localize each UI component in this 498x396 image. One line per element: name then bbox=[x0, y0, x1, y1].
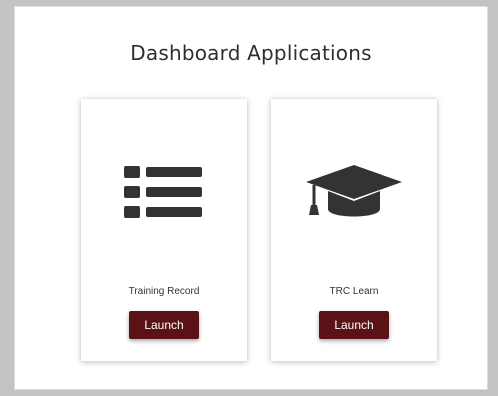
dashboard-panel: Dashboard Applications Training Record L… bbox=[14, 6, 488, 390]
launch-button-trc-learn[interactable]: Launch bbox=[319, 311, 389, 339]
list-icon bbox=[81, 157, 247, 237]
page-title: Dashboard Applications bbox=[130, 41, 372, 65]
graduation-cap-icon bbox=[271, 157, 437, 237]
launch-button-training-record[interactable]: Launch bbox=[129, 311, 199, 339]
app-label: TRC Learn bbox=[329, 286, 379, 297]
app-label: Training Record bbox=[128, 286, 200, 297]
app-card-training-record: Training Record Launch bbox=[81, 99, 247, 361]
app-card-trc-learn: TRC Learn Launch bbox=[271, 99, 437, 361]
